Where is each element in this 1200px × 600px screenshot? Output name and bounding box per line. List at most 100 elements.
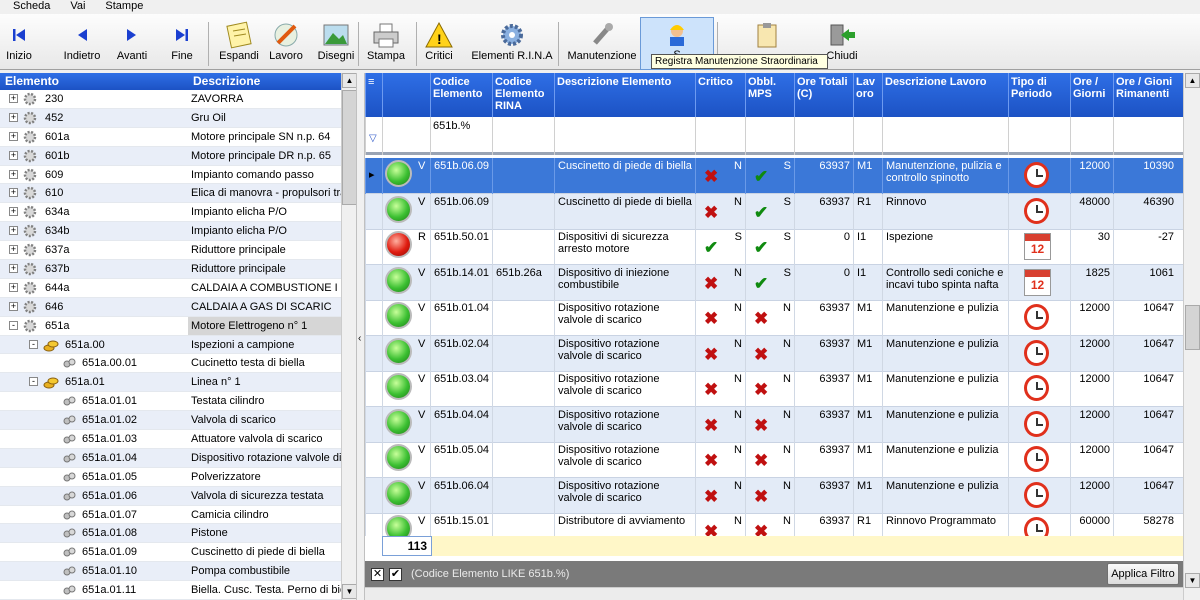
filter-cell[interactable] [695, 117, 745, 155]
row-selector[interactable] [365, 193, 382, 230]
expand-toggle-icon[interactable]: + [9, 264, 18, 274]
grid-row[interactable]: V 651b.02.04 Dispositivo rotazione valvole… [365, 335, 1183, 372]
tree-row[interactable]: - 651a Motore Elettrogeno n° 1 [0, 316, 341, 336]
expand-toggle-icon[interactable]: + [9, 282, 18, 292]
grid-header-rina[interactable]: Codice Elemento RINA [492, 73, 554, 117]
elementi-r-i-n-a-button[interactable]: Elementi R.I.N.A [471, 19, 553, 69]
row-selector[interactable]: ▸ [365, 158, 382, 194]
row-selector[interactable] [365, 442, 382, 478]
tree-row[interactable]: +230 ZAVORRA [0, 90, 341, 109]
expand-toggle-icon[interactable]: + [9, 112, 18, 122]
grid-row[interactable]: V 651b.01.04 Dispositivo rotazione valvole… [365, 300, 1183, 336]
stampa-button[interactable]: Stampa [366, 19, 406, 69]
grid-row[interactable]: V 651b.06.04 Dispositivo rotazione valvole… [365, 477, 1183, 514]
tree-row[interactable]: 651a.01.11 Biella. Cusc. Testa. Perno di … [0, 581, 341, 600]
row-selector[interactable] [365, 513, 382, 536]
expand-toggle-icon[interactable]: - [9, 320, 18, 330]
grid-horizontal-scrollbar[interactable] [365, 587, 1183, 600]
grid-row[interactable]: V 651b.04.04 Dispositivo rotazione valvole… [365, 406, 1183, 443]
espandi-button[interactable]: Espandi [214, 19, 264, 69]
expand-toggle-icon[interactable]: + [9, 188, 18, 198]
filter-code-value[interactable]: 651b.% [433, 120, 470, 132]
tree-row[interactable]: 651a.01.06 Valvola di sicurezza testata [0, 486, 341, 506]
expand-toggle-icon[interactable]: + [9, 245, 18, 255]
grid-row[interactable]: V 651b.03.04 Dispositivo rotazione valvole… [365, 371, 1183, 407]
expand-toggle-icon[interactable]: - [29, 377, 38, 387]
tree-row[interactable]: - 651a.00 Ispezioni a campione [0, 335, 341, 355]
tree-row[interactable]: +644a CALDAIA A COMBUSTIONE I [0, 279, 341, 298]
row-selector[interactable] [365, 300, 382, 336]
scroll-down-icon[interactable]: ▼ [342, 584, 357, 599]
disegni-button[interactable]: Disegni [315, 19, 357, 69]
filter-cell[interactable] [882, 117, 1008, 155]
expand-toggle-icon[interactable]: + [9, 226, 18, 236]
grid-header-tipo[interactable]: Tipo di Periodo [1008, 73, 1070, 117]
grid-header-desclav[interactable]: Descrizione Lavoro [882, 73, 1008, 117]
tree-row[interactable]: +452 Gru Oil [0, 108, 341, 128]
tree-header-description[interactable]: Descrizione [188, 73, 341, 90]
clear-filter-icon[interactable]: ✕ [371, 568, 384, 581]
grid-header-oregiorni[interactable]: Ore / Giorni [1070, 73, 1113, 117]
tree-row[interactable]: 651a.01.08 Pistone [0, 524, 341, 544]
expand-toggle-icon[interactable]: + [9, 301, 18, 311]
row-selector[interactable] [365, 264, 382, 301]
filter-expression[interactable]: (Codice Elemento LIKE 651b.%) [411, 568, 569, 580]
tree-row[interactable]: +601b Motore principale DR n.p. 65 [0, 146, 341, 166]
grid-row[interactable]: V 651b.05.04 Dispositivo rotazione valvole… [365, 442, 1183, 478]
expand-toggle-icon[interactable]: + [9, 207, 18, 217]
tree-row[interactable]: 651a.01.09 Cuscinetto di piede di biella [0, 543, 341, 563]
grid-vertical-scrollbar[interactable]: ▲ ▼ [1183, 73, 1200, 600]
tree-row[interactable]: 651a.01.01 Testata cilindro [0, 392, 341, 412]
scroll-up-icon[interactable]: ▲ [1185, 73, 1200, 88]
expand-toggle-icon[interactable]: + [9, 169, 18, 179]
tree-row[interactable]: 651a.01.10 Pompa combustibile [0, 562, 341, 582]
filter-cell[interactable] [382, 117, 430, 155]
expand-toggle-icon[interactable]: + [9, 131, 18, 141]
tree-row[interactable]: +609 Impianto comando passo [0, 166, 341, 185]
tree-row[interactable]: 651a.00.01 Cucinetto testa di biella [0, 354, 341, 374]
grid-header-ore[interactable]: Ore Totali (C) [794, 73, 853, 117]
grid-row[interactable]: V 651b.14.01 651b.26a Dispositivo di iniezi… [365, 264, 1183, 301]
filter-cell[interactable] [1113, 117, 1177, 155]
panel-splitter[interactable]: ‹ [356, 73, 365, 600]
filter-cell[interactable] [554, 117, 695, 155]
tree-row[interactable]: 651a.01.03 Attuatore valvola di scarico [0, 430, 341, 449]
tree-row[interactable]: - 651a.01 Linea n° 1 [0, 373, 341, 393]
indietro-button[interactable]: Indietro [53, 19, 111, 69]
grid-row[interactable]: V 651b.06.09 Cuscinetto di piede di biella… [365, 193, 1183, 230]
tree-row[interactable]: +637b Riduttore principale [0, 260, 341, 279]
tree-row[interactable]: 651a.01.07 Camicia cilindro [0, 506, 341, 525]
row-selector[interactable] [365, 406, 382, 443]
tree-row[interactable]: +646 CALDAIA A GAS DI SCARIC [0, 297, 341, 317]
manutenzione-button[interactable]: Manutenzione [566, 19, 638, 69]
filter-cell[interactable] [794, 117, 853, 155]
filter-cell[interactable] [1070, 117, 1113, 155]
tree-row[interactable]: +610 Elica di manovra - propulsori tra [0, 184, 341, 204]
grid-header-critico[interactable]: Critico [695, 73, 745, 117]
tree-row[interactable]: +637a Riduttore principale [0, 241, 341, 261]
filter-cell[interactable] [1008, 117, 1070, 155]
filter-enabled-checkbox[interactable]: ✔ [389, 568, 402, 581]
tree-row[interactable]: 651a.01.04 Dispositivo rotazione valvole … [0, 448, 341, 468]
scroll-up-icon[interactable]: ▲ [342, 73, 357, 88]
expand-toggle-icon[interactable]: - [29, 339, 38, 349]
grid-header-rim[interactable]: Ore / Gioni Rimanenti [1113, 73, 1177, 117]
tree-row[interactable]: +634b Impianto elicha P/O [0, 222, 341, 242]
fine-button[interactable]: Fine [160, 19, 204, 69]
grid-row[interactable]: R 651b.50.01 Dispositivi di sicurezza arre… [365, 229, 1183, 265]
grid-row[interactable]: ▸ V 651b.06.09 Cuscinetto di piede di biell… [365, 158, 1183, 194]
apply-filter-button[interactable]: Applica Filtro [1107, 563, 1179, 585]
expand-toggle-icon[interactable]: + [9, 94, 18, 103]
filter-cell[interactable]: 651b.% [430, 117, 492, 155]
filter-icon[interactable]: ▽ [365, 117, 382, 155]
grid-header-lav[interactable]: Lav oro [853, 73, 882, 117]
row-selector[interactable] [365, 477, 382, 514]
tree-header-element[interactable]: Elemento [0, 73, 188, 90]
menu-scheda[interactable]: Scheda [0, 0, 57, 14]
grid-row[interactable]: V 651b.15.01 Distributore di avviamento ✖ N ✖… [365, 513, 1183, 536]
scroll-thumb[interactable] [342, 90, 357, 205]
expand-toggle-icon[interactable]: + [9, 150, 18, 160]
tree-scrollbar[interactable]: ▲ ▼ [341, 73, 357, 600]
menu-stampe[interactable]: Stampe [92, 0, 150, 14]
grid-header-desc[interactable]: Descrizione Elemento [554, 73, 695, 117]
